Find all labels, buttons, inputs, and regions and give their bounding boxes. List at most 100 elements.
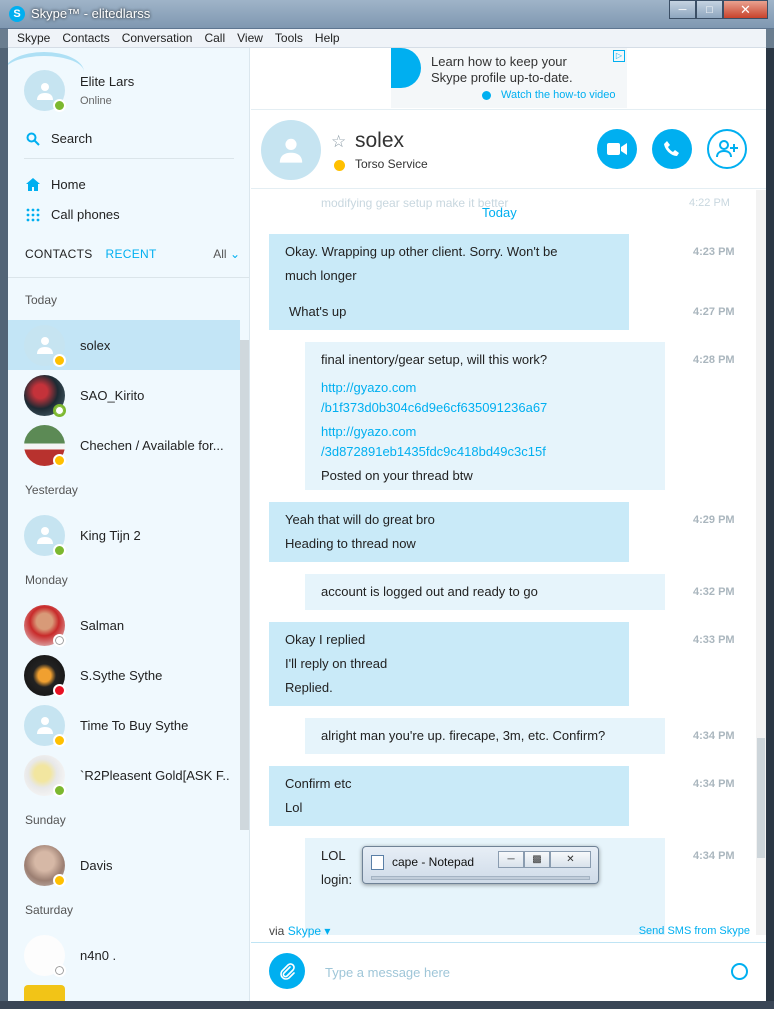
- play-icon: [482, 91, 491, 100]
- minimize-button[interactable]: ─: [669, 0, 696, 19]
- away-status-icon: [334, 160, 345, 171]
- tab-recent[interactable]: RECENT: [106, 247, 157, 261]
- desktop-background-bottom: [0, 1001, 774, 1009]
- contact-item[interactable]: n4n0 .: [8, 930, 240, 980]
- add-person-icon: [716, 140, 738, 158]
- menu-view[interactable]: View: [231, 31, 269, 45]
- offline-status-icon: [53, 403, 66, 417]
- desktop-background-left: [0, 48, 8, 1001]
- filter-dropdown[interactable]: All ⌄: [213, 247, 240, 261]
- ad-line-1: Learn how to keep your: [431, 54, 567, 69]
- group-header: Saturday: [25, 903, 74, 917]
- message-text: account is logged out and ready to go: [321, 584, 538, 599]
- close-button[interactable]: ✕: [723, 0, 768, 19]
- person-icon: [36, 717, 53, 734]
- search-link[interactable]: Search: [26, 131, 92, 146]
- home-link[interactable]: Home: [26, 177, 86, 192]
- message-bubble[interactable]: Okay I replied I'll reply on thread Repl…: [269, 622, 629, 706]
- send-sms-link[interactable]: Send SMS from Skype: [639, 925, 750, 937]
- message-timestamp: 4:34 PM: [693, 730, 735, 742]
- ad-choices-icon[interactable]: ▷: [613, 50, 625, 62]
- message-timestamp: 4:23 PM: [693, 246, 735, 258]
- group-header: Monday: [25, 573, 68, 587]
- menu-tools[interactable]: Tools: [269, 31, 309, 45]
- contact-item[interactable]: [8, 980, 240, 1001]
- compose-bar: Type a message here: [251, 942, 766, 1001]
- call-phones-link[interactable]: Call phones: [26, 207, 120, 222]
- message-bubble[interactable]: What's up: [269, 294, 629, 330]
- chat-header: ☆ solex Torso Service: [251, 109, 766, 189]
- message-text: I'll reply on thread: [285, 656, 388, 671]
- unknown-status-icon: [53, 633, 66, 647]
- notepad-restore-button[interactable]: ▩: [524, 851, 550, 868]
- menu-contacts[interactable]: Contacts: [56, 31, 115, 45]
- menu-skype[interactable]: Skype: [11, 31, 56, 45]
- day-label: Today: [482, 205, 517, 220]
- message-link[interactable]: http://gyazo.com: [321, 378, 649, 398]
- contact-name: Salman: [80, 617, 125, 633]
- desktop-background-right: [766, 48, 774, 1001]
- sidebar: Elite Lars Online Search Home Call phone…: [8, 48, 250, 1001]
- chevron-down-icon: ⌄: [229, 247, 240, 261]
- ad-line-2: Skype profile up-to-date.: [431, 70, 573, 85]
- notepad-minimize-button[interactable]: ─: [498, 851, 524, 868]
- contact-item[interactable]: Salman: [8, 600, 240, 650]
- contact-name: King Tijn 2: [80, 527, 141, 543]
- video-call-button[interactable]: [597, 129, 637, 169]
- tab-contacts[interactable]: CONTACTS: [25, 247, 93, 261]
- message-scrollbar[interactable]: [756, 190, 766, 935]
- message-text: Replied.: [285, 680, 333, 695]
- favorite-star-icon[interactable]: ☆: [331, 132, 346, 152]
- avatar: [24, 704, 66, 747]
- ad-link[interactable]: Watch the how-to video: [501, 89, 616, 101]
- message-input[interactable]: Type a message here: [325, 965, 450, 980]
- menu-conversation[interactable]: Conversation: [116, 31, 199, 45]
- contact-item[interactable]: SAO_Kirito: [8, 370, 240, 420]
- maximize-button[interactable]: □: [696, 0, 723, 19]
- contact-item[interactable]: King Tijn 2: [8, 510, 240, 560]
- message-bubble[interactable]: alright man you're up. firecape, 3m, etc…: [305, 718, 665, 754]
- avatar: [24, 374, 66, 417]
- message-bubble[interactable]: Okay. Wrapping up other client. Sorry. W…: [269, 234, 629, 294]
- message-bubble[interactable]: account is logged out and ready to go: [305, 574, 665, 610]
- message-timestamp: 4:33 PM: [693, 634, 735, 646]
- notepad-icon: [371, 855, 384, 870]
- scrollbar-thumb[interactable]: [757, 738, 765, 858]
- sidebar-scrollbar[interactable]: [240, 340, 249, 830]
- do-not-disturb-status-icon: [53, 683, 66, 697]
- message-bubble[interactable]: Confirm etc Lol: [269, 766, 629, 826]
- via-skype-dropdown[interactable]: Skype ▾: [288, 924, 331, 938]
- menu-help[interactable]: Help: [309, 31, 346, 45]
- notepad-close-button[interactable]: ✕: [550, 851, 591, 868]
- attach-button[interactable]: [269, 953, 305, 989]
- add-people-button[interactable]: [707, 129, 747, 169]
- message-bubble[interactable]: Yeah that will do great bro Heading to t…: [269, 502, 629, 562]
- contact-item[interactable]: Chechen / Available for...: [8, 420, 240, 470]
- message-link[interactable]: http://gyazo.com: [321, 422, 649, 442]
- menu-call[interactable]: Call: [198, 31, 231, 45]
- emoticon-icon[interactable]: [731, 963, 748, 980]
- contact-item[interactable]: `R2Pleasent Gold[ASK F...: [8, 750, 240, 800]
- my-profile[interactable]: Elite Lars Online: [24, 70, 134, 112]
- window-title: Skype™ - elitedlarss: [31, 6, 151, 21]
- message-timestamp: 4:28 PM: [693, 354, 735, 366]
- my-status: Online: [80, 95, 112, 107]
- avatar: [24, 424, 66, 467]
- message-text: Okay. Wrapping up other client. Sorry. W…: [285, 244, 558, 259]
- contact-item[interactable]: Davis: [8, 840, 240, 890]
- message-link[interactable]: /b1f373d0b304c6d9e6cf635091236a67: [321, 398, 649, 418]
- message-text: final inentory/gear setup, will this wor…: [321, 352, 548, 367]
- message-bubble[interactable]: final inentory/gear setup, will this wor…: [305, 342, 665, 490]
- avatar[interactable]: [261, 120, 321, 180]
- contact-name: solex: [80, 337, 111, 353]
- ad-banner[interactable]: Learn how to keep your Skype profile up-…: [391, 48, 627, 108]
- unknown-status-icon: [53, 963, 66, 977]
- contact-list: Today solex SAO_Kirito Chechen / Availab…: [8, 280, 240, 1001]
- message-link[interactable]: /3d872891eb1435fdc9c418bd49c3c15f: [321, 442, 649, 462]
- contact-item[interactable]: Time To Buy Sythe: [8, 700, 240, 750]
- notepad-window[interactable]: cape - Notepad ─ ▩ ✕: [362, 846, 599, 884]
- contact-item[interactable]: solex: [8, 320, 240, 370]
- audio-call-button[interactable]: [652, 129, 692, 169]
- contact-name: Davis: [80, 857, 113, 873]
- contact-item[interactable]: S.Sythe Sythe: [8, 650, 240, 700]
